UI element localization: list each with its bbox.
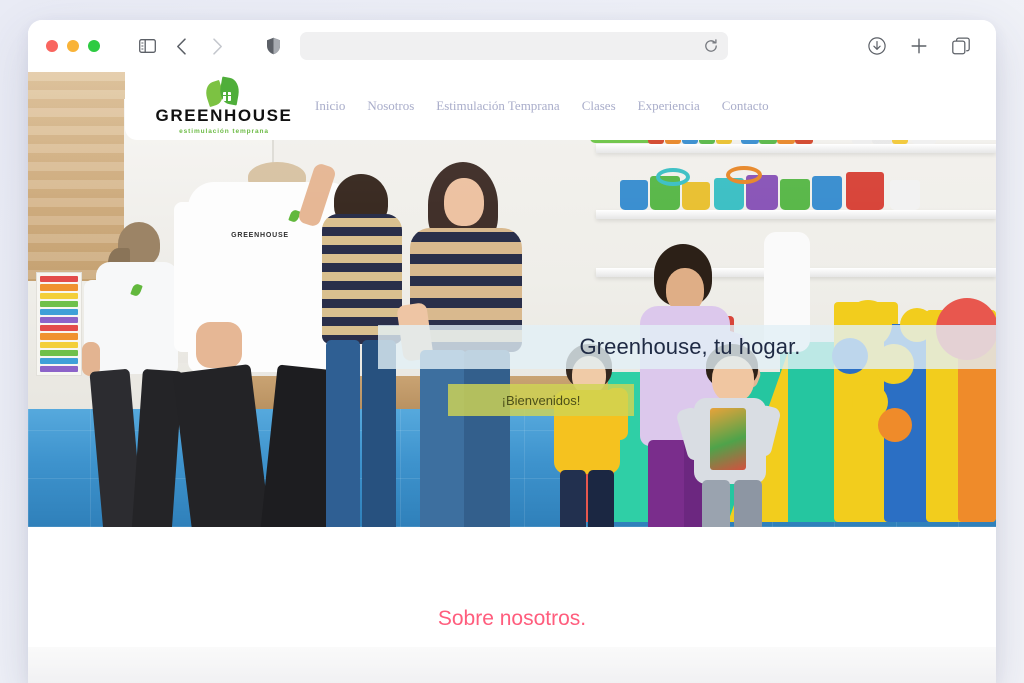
logo-wordmark: GREENHOUSE xyxy=(155,105,293,125)
about-title: Sobre nosotros. xyxy=(437,607,587,630)
toy-bin xyxy=(780,179,810,210)
nav-item-estimulacion-temprana[interactable]: Estimulación Temprana xyxy=(436,98,559,114)
back-button[interactable] xyxy=(168,33,194,59)
browser-window: GREENHOUSE Greenhouse, tu hogar. ¡Bienve… xyxy=(28,20,996,683)
sidebar-icon[interactable] xyxy=(134,33,160,59)
plus-icon[interactable] xyxy=(906,33,932,59)
house-window-icon xyxy=(223,91,231,101)
hero-subtitle-banner: ¡Bienvenidos! xyxy=(448,384,634,416)
toy-bin xyxy=(846,172,884,210)
wall-color-chart xyxy=(36,272,82,377)
address-bar[interactable] xyxy=(300,32,728,60)
site-navbar: GREENHOUSE estimulación temprana Inicio … xyxy=(125,72,996,140)
browser-toolbar xyxy=(28,20,996,72)
nav-item-clases[interactable]: Clases xyxy=(582,98,616,114)
nav-item-experiencia[interactable]: Experiencia xyxy=(638,98,700,114)
webpage-content: GREENHOUSE Greenhouse, tu hogar. ¡Bienve… xyxy=(28,72,996,683)
hero-title-text: Greenhouse, tu hogar. xyxy=(579,334,801,359)
toy-bin xyxy=(890,180,920,210)
maximize-window-button[interactable] xyxy=(88,40,100,52)
about-section: Sobre nosotros. xyxy=(28,527,996,683)
hero-subtitle-text: ¡Bienvenidos! xyxy=(501,392,581,408)
nav-item-inicio[interactable]: Inicio xyxy=(315,98,345,114)
download-icon[interactable] xyxy=(864,33,890,59)
nav-item-contacto[interactable]: Contacto xyxy=(722,98,769,114)
hero-title-banner: Greenhouse, tu hogar. xyxy=(378,325,996,369)
shield-icon[interactable] xyxy=(260,33,286,59)
logo-tagline: estimulación temprana xyxy=(179,127,269,135)
minimize-window-button[interactable] xyxy=(67,40,79,52)
hero-section: GREENHOUSE Greenhouse, tu hogar. ¡Bienve… xyxy=(28,72,996,527)
toy-bin xyxy=(812,176,842,210)
toolbar-right-actions xyxy=(864,33,978,59)
close-window-button[interactable] xyxy=(46,40,58,52)
tshirt-logo-text: GREENHOUSE xyxy=(231,232,289,239)
child-yellow xyxy=(552,344,628,527)
adult-person-right-edge xyxy=(764,232,818,412)
hero-photo: GREENHOUSE xyxy=(28,72,996,527)
leaf-icon xyxy=(202,76,245,107)
nav-item-nosotros[interactable]: Nosotros xyxy=(367,98,414,114)
reload-icon[interactable] xyxy=(704,39,718,53)
tab-overview-icon[interactable] xyxy=(948,33,974,59)
site-logo[interactable]: GREENHOUSE estimulación temprana xyxy=(155,76,293,135)
site-nav-links: Inicio Nosotros Estimulación Temprana Cl… xyxy=(315,98,769,114)
forward-button[interactable] xyxy=(204,33,230,59)
navigation-buttons xyxy=(168,33,230,59)
toy-bin xyxy=(682,182,710,210)
toy-bin xyxy=(620,180,648,210)
page-bottom-band xyxy=(28,647,996,683)
window-controls xyxy=(46,40,100,52)
